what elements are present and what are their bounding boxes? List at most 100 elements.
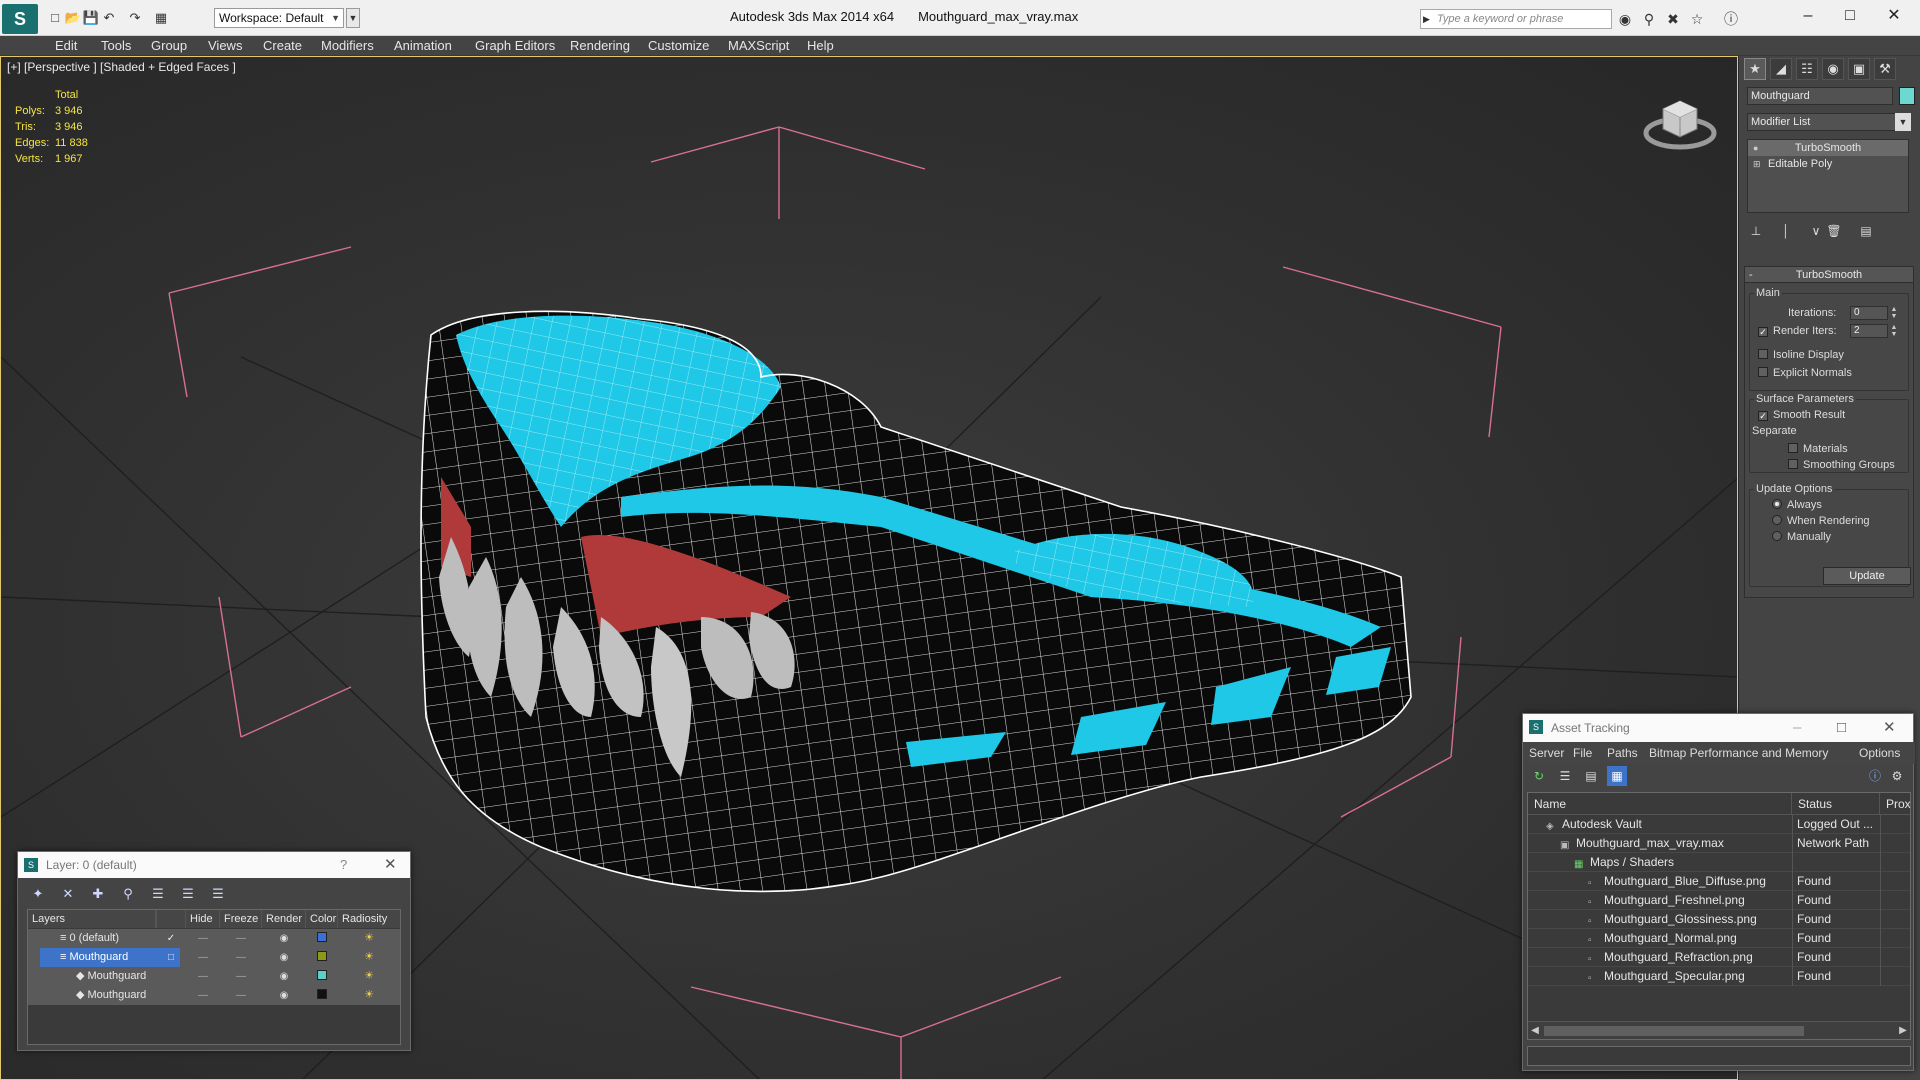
column-header[interactable]: Hide — [186, 910, 220, 928]
column-header[interactable] — [156, 910, 186, 928]
materials-checkbox[interactable]: Materials — [1788, 442, 1848, 456]
menu-create[interactable]: Create — [263, 38, 302, 54]
rollout-header[interactable]: - TurboSmooth — [1745, 267, 1913, 283]
spinner-arrows-icon[interactable]: ▲ ▼ — [1890, 306, 1898, 320]
modifier-list-dropdown[interactable]: Modifier List — [1747, 113, 1909, 131]
menu-rendering[interactable]: Rendering — [570, 38, 630, 54]
hide-toggle[interactable]: — — [186, 948, 220, 967]
minimize-button[interactable]: – — [1793, 714, 1801, 742]
delete-layer-icon[interactable]: ✕ — [58, 884, 78, 904]
menu-maxscript[interactable]: MAXScript — [728, 38, 789, 54]
hide-all-icon[interactable]: ☰ — [178, 884, 198, 904]
spinner-arrows-icon[interactable]: ▲ ▼ — [1890, 324, 1898, 338]
chevron-down-icon[interactable]: ▼ — [1895, 113, 1911, 131]
workspace-dropdown[interactable]: Workspace: Default ▼ — [214, 8, 344, 28]
maximize-button[interactable]: □ — [1837, 714, 1846, 742]
column-header[interactable]: Layers — [28, 910, 156, 928]
scroll-right-icon[interactable]: ▶ — [1896, 1022, 1910, 1039]
menu-tools[interactable]: Tools — [101, 38, 131, 54]
menu-animation[interactable]: Animation — [394, 38, 452, 54]
display-tab-icon[interactable]: ▣ — [1848, 58, 1870, 80]
menu-views[interactable]: Views — [208, 38, 242, 54]
render-iters-spinner[interactable]: 2 — [1850, 324, 1888, 338]
column-header[interactable]: Freeze — [220, 910, 262, 928]
vault-settings-icon[interactable]: ⚙ — [1887, 766, 1907, 786]
freeze-toggle[interactable]: — — [220, 929, 262, 948]
render-teapot-icon[interactable]: ◉ — [262, 929, 306, 948]
utilities-tab-icon[interactable]: ⚒ — [1874, 58, 1896, 80]
undo-icon[interactable]: ↶ — [100, 9, 118, 27]
select-objects-icon[interactable]: ⚲ — [118, 884, 138, 904]
table-view-icon[interactable]: ▦ — [1607, 766, 1627, 786]
set-current-box-icon[interactable]: □ — [156, 948, 186, 967]
asset-row[interactable]: ▫ Mouthguard_Normal.png Found — [1528, 929, 1910, 948]
update-when-rendering-radio[interactable]: When Rendering — [1772, 514, 1870, 528]
dialog-title-bar[interactable]: S Layer: 0 (default) ? ✕ — [18, 852, 410, 878]
show-end-result-icon[interactable]: │ — [1777, 222, 1795, 240]
close-icon[interactable]: ✕ — [384, 852, 397, 878]
remove-modifier-icon[interactable]: 🗑 — [1825, 222, 1843, 240]
asset-row[interactable]: ▦ Maps / Shaders — [1528, 853, 1910, 872]
radiosity-bulb-icon[interactable]: ☀ — [338, 967, 400, 986]
scroll-left-icon[interactable]: ◀ — [1528, 1022, 1542, 1039]
hierarchy-tab-icon[interactable]: ☷ — [1796, 58, 1818, 80]
tree-view-icon[interactable]: ▤ — [1581, 766, 1601, 786]
render-iters-checkbox[interactable]: ✓ Render Iters: — [1758, 324, 1837, 338]
radiosity-bulb-icon[interactable]: ☀ — [338, 948, 400, 967]
menu-edit[interactable]: Edit — [55, 38, 77, 54]
hide-toggle[interactable]: — — [186, 986, 220, 1005]
freeze-all-icon[interactable]: ☰ — [208, 884, 228, 904]
smooth-result-checkbox[interactable]: ✓ Smooth Result — [1758, 408, 1845, 422]
asset-row[interactable]: ▫ Mouthguard_Blue_Diffuse.png Found — [1528, 872, 1910, 891]
close-icon[interactable]: ✕ — [1883, 714, 1896, 742]
refresh-icon[interactable]: ↻ — [1529, 766, 1549, 786]
render-teapot-icon[interactable]: ◉ — [262, 967, 306, 986]
radiosity-bulb-icon[interactable]: ☀ — [338, 929, 400, 948]
modify-tab-icon[interactable]: ◢ — [1770, 58, 1792, 80]
isoline-display-checkbox[interactable]: Isoline Display — [1758, 348, 1844, 362]
app-logo-button[interactable]: S — [2, 4, 38, 34]
column-header[interactable]: Radiosity — [338, 910, 400, 928]
add-to-layer-icon[interactable]: ✚ — [88, 884, 108, 904]
radiosity-bulb-icon[interactable]: ☀ — [338, 986, 400, 1005]
search-input[interactable]: ▶ Type a keyword or phrase — [1420, 9, 1612, 29]
asset-row[interactable]: ▫ Mouthguard_Glossiness.png Found — [1528, 910, 1910, 929]
dialog-title-bar[interactable]: S Asset Tracking – □ ✕ — [1523, 714, 1913, 742]
freeze-toggle[interactable]: — — [220, 948, 262, 967]
create-tab-icon[interactable]: ★ — [1744, 58, 1766, 80]
column-header[interactable]: Color — [306, 910, 338, 928]
update-button[interactable]: Update — [1823, 567, 1911, 585]
asset-row[interactable]: ▫ Mouthguard_Specular.png Found — [1528, 967, 1910, 986]
object-name[interactable]: ◆ Mouthguard — [40, 967, 180, 986]
viewport-label[interactable]: [+] [Perspective ] [Shaded + Edged Faces… — [7, 60, 236, 74]
open-file-icon[interactable]: 📂 — [64, 9, 82, 27]
active-layer-checkmark-icon[interactable]: ✓ — [156, 929, 186, 948]
asset-menu-bitmap-performance[interactable]: Bitmap Performance and Memory — [1649, 746, 1828, 760]
menu-modifiers[interactable]: Modifiers — [321, 38, 374, 54]
stack-item-editable-poly[interactable]: ⊞ Editable Poly — [1748, 156, 1908, 172]
asset-menu-server[interactable]: Server — [1529, 746, 1564, 760]
maximize-button[interactable]: □ — [1830, 4, 1870, 28]
binoculars-icon[interactable]: ◉ — [1616, 10, 1634, 28]
layer-color-swatch[interactable] — [306, 929, 338, 948]
asset-menu-paths[interactable]: Paths — [1607, 746, 1638, 760]
render-teapot-icon[interactable]: ◉ — [262, 948, 306, 967]
scrollbar-thumb[interactable] — [1544, 1026, 1804, 1036]
configure-modifier-sets-icon[interactable]: ▤ — [1857, 222, 1875, 240]
layer-row[interactable]: ≡ Mouthguard □ — — ◉ ☀ — [28, 948, 400, 967]
save-icon[interactable]: 💾 — [82, 9, 100, 27]
object-name[interactable]: ◆ Mouthguard — [40, 986, 180, 1005]
layer-color-swatch[interactable] — [306, 948, 338, 967]
layer-row[interactable]: ◆ Mouthguard — — ◉ ☀ — [28, 967, 400, 986]
viewcube-icon[interactable] — [1641, 87, 1719, 153]
asset-menu-options[interactable]: Options — [1859, 746, 1900, 760]
help-icon[interactable]: ⓘ — [1722, 10, 1740, 28]
render-teapot-icon[interactable]: ◉ — [262, 986, 306, 1005]
expand-plus-icon[interactable]: ⊞ — [1753, 156, 1761, 172]
smoothing-groups-checkbox[interactable]: Smoothing Groups — [1788, 458, 1895, 472]
list-view-icon[interactable]: ☰ — [1555, 766, 1575, 786]
iterations-spinner[interactable]: 0 — [1850, 306, 1888, 320]
object-name-field[interactable]: Mouthguard — [1747, 87, 1893, 105]
freeze-toggle[interactable]: — — [220, 986, 262, 1005]
menu-group[interactable]: Group — [151, 38, 187, 54]
